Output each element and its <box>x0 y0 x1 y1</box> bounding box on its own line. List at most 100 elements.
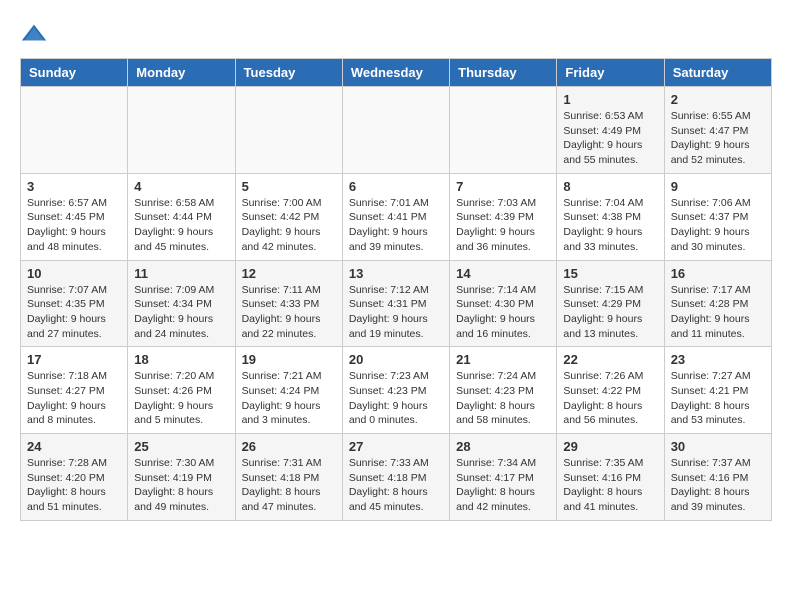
day-info: Sunrise: 7:06 AM Sunset: 4:37 PM Dayligh… <box>671 196 765 255</box>
calendar-cell: 25 Sunrise: 7:30 AM Sunset: 4:19 PM Dayli… <box>128 434 235 521</box>
calendar-day-header: Monday <box>128 59 235 87</box>
calendar-day-header: Saturday <box>664 59 771 87</box>
day-number: 6 <box>349 179 443 194</box>
calendar-cell: 22Sunrise: 7:26 AM Sunset: 4:22 PM Dayli… <box>557 347 664 434</box>
day-info: Sunrise: 7:11 AM Sunset: 4:33 PM Dayligh… <box>242 283 336 342</box>
day-number: 5 <box>242 179 336 194</box>
day-number: 7 <box>456 179 550 194</box>
calendar-cell: 2 Sunrise: 6:55 AM Sunset: 4:47 PM Daylig… <box>664 87 771 174</box>
day-number: 23 <box>671 352 765 367</box>
day-info: Sunrise: 7:09 AM Sunset: 4:34 PM Dayligh… <box>134 283 228 342</box>
day-number: 17 <box>27 352 121 367</box>
calendar-cell: 28Sunrise: 7:34 AM Sunset: 4:17 PM Dayli… <box>450 434 557 521</box>
calendar-cell: 1Sunrise: 6:53 AM Sunset: 4:49 PM Daylig… <box>557 87 664 174</box>
day-info: Sunrise: 7:15 AM Sunset: 4:29 PM Dayligh… <box>563 283 657 342</box>
day-number: 30 <box>671 439 765 454</box>
calendar-day-header: Wednesday <box>342 59 449 87</box>
day-info: Sunrise: 7:33 AM Sunset: 4:18 PM Dayligh… <box>349 456 443 515</box>
calendar-cell <box>342 87 449 174</box>
calendar-day-header: Friday <box>557 59 664 87</box>
calendar-cell <box>21 87 128 174</box>
day-number: 20 <box>349 352 443 367</box>
calendar-cell: 26 Sunrise: 7:31 AM Sunset: 4:18 PM Dayli… <box>235 434 342 521</box>
day-info: Sunrise: 7:20 AM Sunset: 4:26 PM Dayligh… <box>134 369 228 428</box>
calendar-cell: 8 Sunrise: 7:04 AM Sunset: 4:38 PM Daylig… <box>557 173 664 260</box>
day-number: 16 <box>671 266 765 281</box>
day-info: Sunrise: 7:35 AM Sunset: 4:16 PM Dayligh… <box>563 456 657 515</box>
logo-icon <box>20 20 48 48</box>
calendar-week-row: 10 Sunrise: 7:07 AM Sunset: 4:35 PM Dayli… <box>21 260 772 347</box>
day-info: Sunrise: 7:12 AM Sunset: 4:31 PM Dayligh… <box>349 283 443 342</box>
calendar-cell <box>450 87 557 174</box>
calendar-cell: 19 Sunrise: 7:21 AM Sunset: 4:24 PM Dayli… <box>235 347 342 434</box>
calendar-table: SundayMondayTuesdayWednesdayThursdayFrid… <box>20 58 772 521</box>
calendar-cell: 9 Sunrise: 7:06 AM Sunset: 4:37 PM Daylig… <box>664 173 771 260</box>
calendar-cell: 6 Sunrise: 7:01 AM Sunset: 4:41 PM Daylig… <box>342 173 449 260</box>
day-number: 25 <box>134 439 228 454</box>
day-info: Sunrise: 7:04 AM Sunset: 4:38 PM Dayligh… <box>563 196 657 255</box>
day-info: Sunrise: 7:28 AM Sunset: 4:20 PM Dayligh… <box>27 456 121 515</box>
day-number: 4 <box>134 179 228 194</box>
calendar-cell: 15Sunrise: 7:15 AM Sunset: 4:29 PM Dayli… <box>557 260 664 347</box>
day-number: 27 <box>349 439 443 454</box>
day-number: 24 <box>27 439 121 454</box>
calendar-cell: 4 Sunrise: 6:58 AM Sunset: 4:44 PM Daylig… <box>128 173 235 260</box>
calendar-cell: 30 Sunrise: 7:37 AM Sunset: 4:16 PM Dayli… <box>664 434 771 521</box>
day-info: Sunrise: 6:57 AM Sunset: 4:45 PM Dayligh… <box>27 196 121 255</box>
day-number: 29 <box>563 439 657 454</box>
day-number: 26 <box>242 439 336 454</box>
calendar-day-header: Tuesday <box>235 59 342 87</box>
calendar-cell: 18 Sunrise: 7:20 AM Sunset: 4:26 PM Dayli… <box>128 347 235 434</box>
day-number: 8 <box>563 179 657 194</box>
calendar-cell: 14Sunrise: 7:14 AM Sunset: 4:30 PM Dayli… <box>450 260 557 347</box>
calendar-cell <box>128 87 235 174</box>
day-number: 13 <box>349 266 443 281</box>
calendar-cell: 10 Sunrise: 7:07 AM Sunset: 4:35 PM Dayli… <box>21 260 128 347</box>
day-number: 12 <box>242 266 336 281</box>
day-number: 19 <box>242 352 336 367</box>
day-info: Sunrise: 7:21 AM Sunset: 4:24 PM Dayligh… <box>242 369 336 428</box>
day-info: Sunrise: 7:07 AM Sunset: 4:35 PM Dayligh… <box>27 283 121 342</box>
day-info: Sunrise: 7:17 AM Sunset: 4:28 PM Dayligh… <box>671 283 765 342</box>
calendar-cell: 27 Sunrise: 7:33 AM Sunset: 4:18 PM Dayli… <box>342 434 449 521</box>
calendar-cell: 23Sunrise: 7:27 AM Sunset: 4:21 PM Dayli… <box>664 347 771 434</box>
day-info: Sunrise: 7:37 AM Sunset: 4:16 PM Dayligh… <box>671 456 765 515</box>
day-info: Sunrise: 7:31 AM Sunset: 4:18 PM Dayligh… <box>242 456 336 515</box>
day-info: Sunrise: 7:23 AM Sunset: 4:23 PM Dayligh… <box>349 369 443 428</box>
day-number: 11 <box>134 266 228 281</box>
day-number: 28 <box>456 439 550 454</box>
calendar-header-row: SundayMondayTuesdayWednesdayThursdayFrid… <box>21 59 772 87</box>
calendar-week-row: 1Sunrise: 6:53 AM Sunset: 4:49 PM Daylig… <box>21 87 772 174</box>
day-number: 10 <box>27 266 121 281</box>
calendar-cell: 7 Sunrise: 7:03 AM Sunset: 4:39 PM Daylig… <box>450 173 557 260</box>
day-info: Sunrise: 6:58 AM Sunset: 4:44 PM Dayligh… <box>134 196 228 255</box>
logo <box>20 20 54 48</box>
day-info: Sunrise: 6:53 AM Sunset: 4:49 PM Dayligh… <box>563 109 657 168</box>
calendar-week-row: 24 Sunrise: 7:28 AM Sunset: 4:20 PM Dayli… <box>21 434 772 521</box>
calendar-cell: 16 Sunrise: 7:17 AM Sunset: 4:28 PM Dayli… <box>664 260 771 347</box>
day-info: Sunrise: 7:30 AM Sunset: 4:19 PM Dayligh… <box>134 456 228 515</box>
calendar-day-header: Sunday <box>21 59 128 87</box>
calendar-cell: 12 Sunrise: 7:11 AM Sunset: 4:33 PM Dayli… <box>235 260 342 347</box>
day-number: 9 <box>671 179 765 194</box>
day-info: Sunrise: 7:00 AM Sunset: 4:42 PM Dayligh… <box>242 196 336 255</box>
day-info: Sunrise: 7:03 AM Sunset: 4:39 PM Dayligh… <box>456 196 550 255</box>
calendar-cell: 29 Sunrise: 7:35 AM Sunset: 4:16 PM Dayli… <box>557 434 664 521</box>
calendar-cell: 11 Sunrise: 7:09 AM Sunset: 4:34 PM Dayli… <box>128 260 235 347</box>
day-info: Sunrise: 7:01 AM Sunset: 4:41 PM Dayligh… <box>349 196 443 255</box>
day-info: Sunrise: 7:24 AM Sunset: 4:23 PM Dayligh… <box>456 369 550 428</box>
calendar-cell: 24 Sunrise: 7:28 AM Sunset: 4:20 PM Dayli… <box>21 434 128 521</box>
day-number: 21 <box>456 352 550 367</box>
day-info: Sunrise: 6:55 AM Sunset: 4:47 PM Dayligh… <box>671 109 765 168</box>
calendar-week-row: 17Sunrise: 7:18 AM Sunset: 4:27 PM Dayli… <box>21 347 772 434</box>
calendar-cell <box>235 87 342 174</box>
calendar-cell: 5 Sunrise: 7:00 AM Sunset: 4:42 PM Daylig… <box>235 173 342 260</box>
day-number: 22 <box>563 352 657 367</box>
day-number: 18 <box>134 352 228 367</box>
calendar-day-header: Thursday <box>450 59 557 87</box>
page-header <box>20 20 772 48</box>
day-number: 3 <box>27 179 121 194</box>
calendar-cell: 17Sunrise: 7:18 AM Sunset: 4:27 PM Dayli… <box>21 347 128 434</box>
day-number: 2 <box>671 92 765 107</box>
day-number: 14 <box>456 266 550 281</box>
